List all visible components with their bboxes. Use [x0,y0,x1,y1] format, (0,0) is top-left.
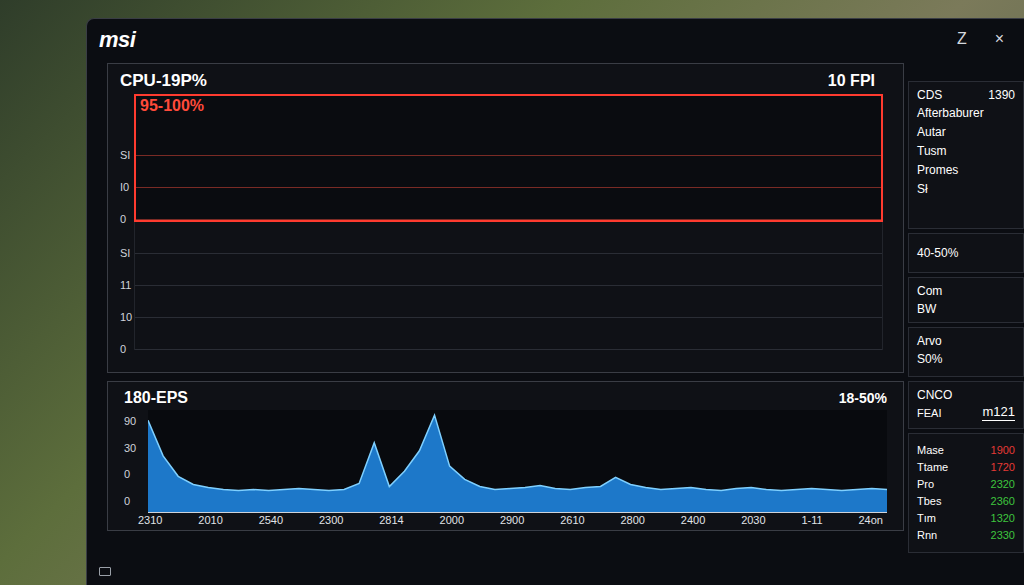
screen: msiZ×CPU-19P%10 FPISII0095-100%SI1110018… [0,0,1024,585]
game-background [0,0,86,585]
axis-tick: 2400 [681,515,705,526]
usage-panel: 40-50% [908,233,1024,273]
afterburner-window: msiZ×CPU-19P%10 FPISII0095-100%SI1110018… [86,18,1024,585]
title-bar: msi Z × [87,19,1024,59]
axis-tick: SI [120,129,134,161]
axis-tick: 2900 [500,515,524,526]
chart-reading: 18-50% [839,388,887,409]
sidebar: CDS 1390AfterbaburerAutarTusmPromesSł 40-5… [908,59,1024,557]
axis-tick: 11 [120,259,134,291]
axis-tick: 2800 [621,515,645,526]
grid-row [136,156,881,188]
clocks-panel: Mase1900Ttame1720Pro2320Tbes2360Tım1320R… [908,433,1024,553]
axis-tick: 0 [124,496,148,507]
axis-tick: 0 [120,323,134,355]
axis-tick: 2300 [319,515,343,526]
cnco-label: FEAI [917,405,941,422]
cnco-value: m121 [982,404,1015,421]
clock-label: Pro [917,476,934,493]
axis-tick: 2610 [560,515,584,526]
arvo-label: Arvo [917,332,1015,350]
axis-tick: SI [120,227,134,259]
axis-tick: 0 [120,193,134,225]
cds-value: 1390 [988,86,1015,104]
clock-value: 2320 [991,476,1015,493]
clock-row: Pro 2320 [917,476,1015,493]
fps-area [148,415,887,512]
chart-title: CPU-19P% [120,68,207,94]
cpu-chart-panel: CPU-19P%10 FPISII0095-100%SI11100 [107,63,904,373]
clock-value: 1900 [991,442,1015,459]
clock-label: Ttame [917,459,948,476]
load-band: 95-100% [134,94,883,222]
axis-tick: 0 [124,469,148,480]
com-label: Com [917,282,1015,300]
clock-row: Tım 1320 [917,510,1015,527]
clock-row: Ttame 1720 [917,459,1015,476]
clock-row: Rnn 2330 [917,527,1015,544]
usage-value: 40-50% [917,244,1015,262]
clock-value: 2330 [991,527,1015,544]
axis-tick: 1-11 [801,515,822,526]
clock-label: Tbes [917,493,941,510]
grid-row [135,222,882,254]
bottom-bar [87,557,1024,585]
grid-row [136,124,881,156]
cnco-title: CNCO [917,386,1015,404]
axis-tick: 2010 [198,515,222,526]
com-panel: ComBW [908,277,1024,323]
chart-title: 180-EPS [124,386,188,410]
axis-tick: 2540 [259,515,283,526]
fps-plot [148,410,887,513]
clock-value: 1320 [991,510,1015,527]
cnco-panel: CNCOFEAI m121 [908,381,1024,429]
chart-reading: 10 FPI [828,69,891,93]
window-button[interactable]: Z [953,27,971,51]
axis-tick: I0 [120,161,134,193]
clock-value: 1720 [991,459,1015,476]
fps-chart-panel: 180-EPS 18-50% 90 30 0 0 2310 2010 2540 2300 2814 2… [107,381,904,531]
cds-panel: CDS 1390AfterbaburerAutarTusmPromesSł [908,81,1024,229]
sidebar-item[interactable]: Sł [917,180,1015,199]
arvo-value: S0% [917,350,1015,368]
axis-tick: 2030 [741,515,765,526]
clock-value: 2360 [991,493,1015,510]
clock-row: Mase 1900 [917,442,1015,459]
grid-row [135,286,882,318]
fps-area-chart [148,410,887,512]
axis-tick: 24on [858,515,882,526]
msi-logo: msi [99,23,135,56]
axis-tick: 2814 [379,515,403,526]
fps-line [148,415,887,490]
clock-label: Tım [917,510,936,527]
axis-tick: 90 [124,416,148,427]
sidebar-item[interactable]: Afterbaburer [917,104,1015,123]
grid-row [135,254,882,286]
grid-row [136,188,881,220]
clock-row: Tbes 2360 [917,493,1015,510]
axis-tick: 2000 [440,515,464,526]
grid-row [135,318,882,350]
sidebar-item[interactable]: Tusm [917,142,1015,161]
axis-tick: 30 [124,443,148,454]
cds-label: CDS [917,86,942,104]
clock-label: Mase [917,442,944,459]
sidebar-item[interactable]: Promes [917,161,1015,180]
clock-label: Rnn [917,527,937,544]
arvo-panel: ArvoS0% [908,327,1024,377]
window-button[interactable]: × [991,27,1008,51]
com-value: BW [917,300,1015,318]
folder-icon[interactable] [99,567,111,576]
sidebar-item[interactable]: Autar [917,123,1015,142]
axis-tick: 2310 [138,515,162,526]
axis-tick: 10 [120,291,134,323]
band-label: 95-100% [140,96,204,116]
